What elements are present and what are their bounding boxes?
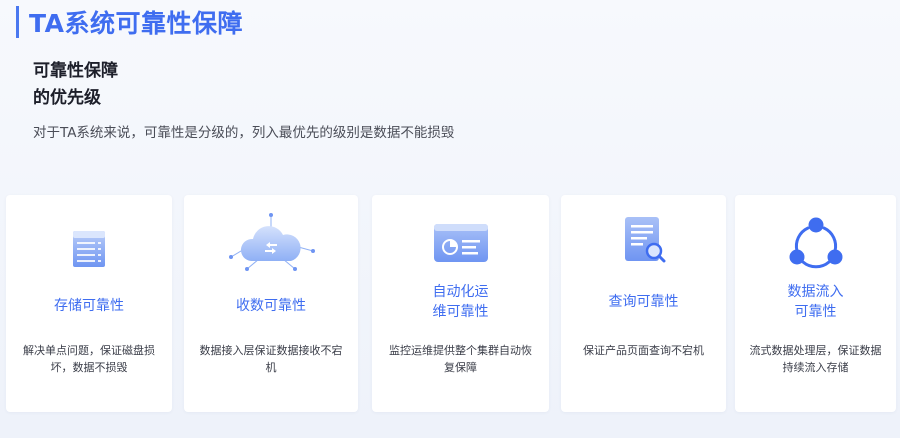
card-title: 存储可靠性 — [54, 298, 124, 314]
card-title-line-1: 数据流入 — [787, 284, 844, 300]
card-title-line-2: 可靠性 — [794, 304, 837, 320]
share-nodes-icon — [789, 217, 842, 269]
card-title: 数据流入 可靠性 — [735, 282, 896, 322]
card-text: 保证产品页面查询不宕机 — [583, 344, 704, 357]
card-text: 监控运维提供整个集群自动恢复保障 — [389, 344, 532, 374]
document-search-icon — [624, 217, 665, 263]
title-bar: TA系统可靠性保障 — [16, 6, 243, 38]
section-heading: 可靠性保障 的优先级 — [33, 58, 118, 112]
card-title: 收数可靠性 — [236, 298, 306, 314]
card-title-line-2: 维可靠性 — [432, 304, 489, 320]
server-storage-icon — [73, 231, 105, 267]
card-text: 流式数据处理层，保证数据持续流入存储 — [749, 344, 882, 374]
card-ingest-reliability: 收数可靠性 数据接入层保证数据接收不宕机 — [184, 195, 358, 412]
card-text: 解决单点问题，保证磁盘损坏，数据不损毁 — [23, 344, 155, 374]
card-query-reliability: 查询可靠性 保证产品页面查询不宕机 — [561, 195, 726, 412]
heading-line-1: 可靠性保障 — [33, 61, 118, 81]
heading-line-2: 的优先级 — [33, 88, 101, 108]
card-storage-reliability: 存储可靠性 解决单点问题，保证磁盘损坏，数据不损毁 — [6, 195, 172, 412]
card-title-line-1: 自动化运 — [432, 284, 489, 300]
card-title: 自动化运 维可靠性 — [372, 282, 549, 322]
page-title: TA系统可靠性保障 — [29, 9, 243, 38]
card-text: 数据接入层保证数据接收不宕机 — [199, 344, 343, 374]
card-title: 查询可靠性 — [608, 294, 679, 310]
cloud-network-icon — [229, 213, 315, 271]
card-stream-reliability: 数据流入 可靠性 流式数据处理层，保证数据持续流入存储 — [735, 195, 896, 412]
dashboard-window-icon — [433, 224, 488, 262]
section-description: 对于TA系统来说，可靠性是分级的，列入最优先的级别是数据不能损毁 — [33, 125, 455, 141]
card-ops-reliability: 自动化运 维可靠性 监控运维提供整个集群自动恢复保障 — [372, 195, 549, 412]
reliability-cards: 存储可靠性 解决单点问题，保证磁盘损坏，数据不损毁 收数可靠性 数据接入层保证数… — [6, 195, 896, 412]
